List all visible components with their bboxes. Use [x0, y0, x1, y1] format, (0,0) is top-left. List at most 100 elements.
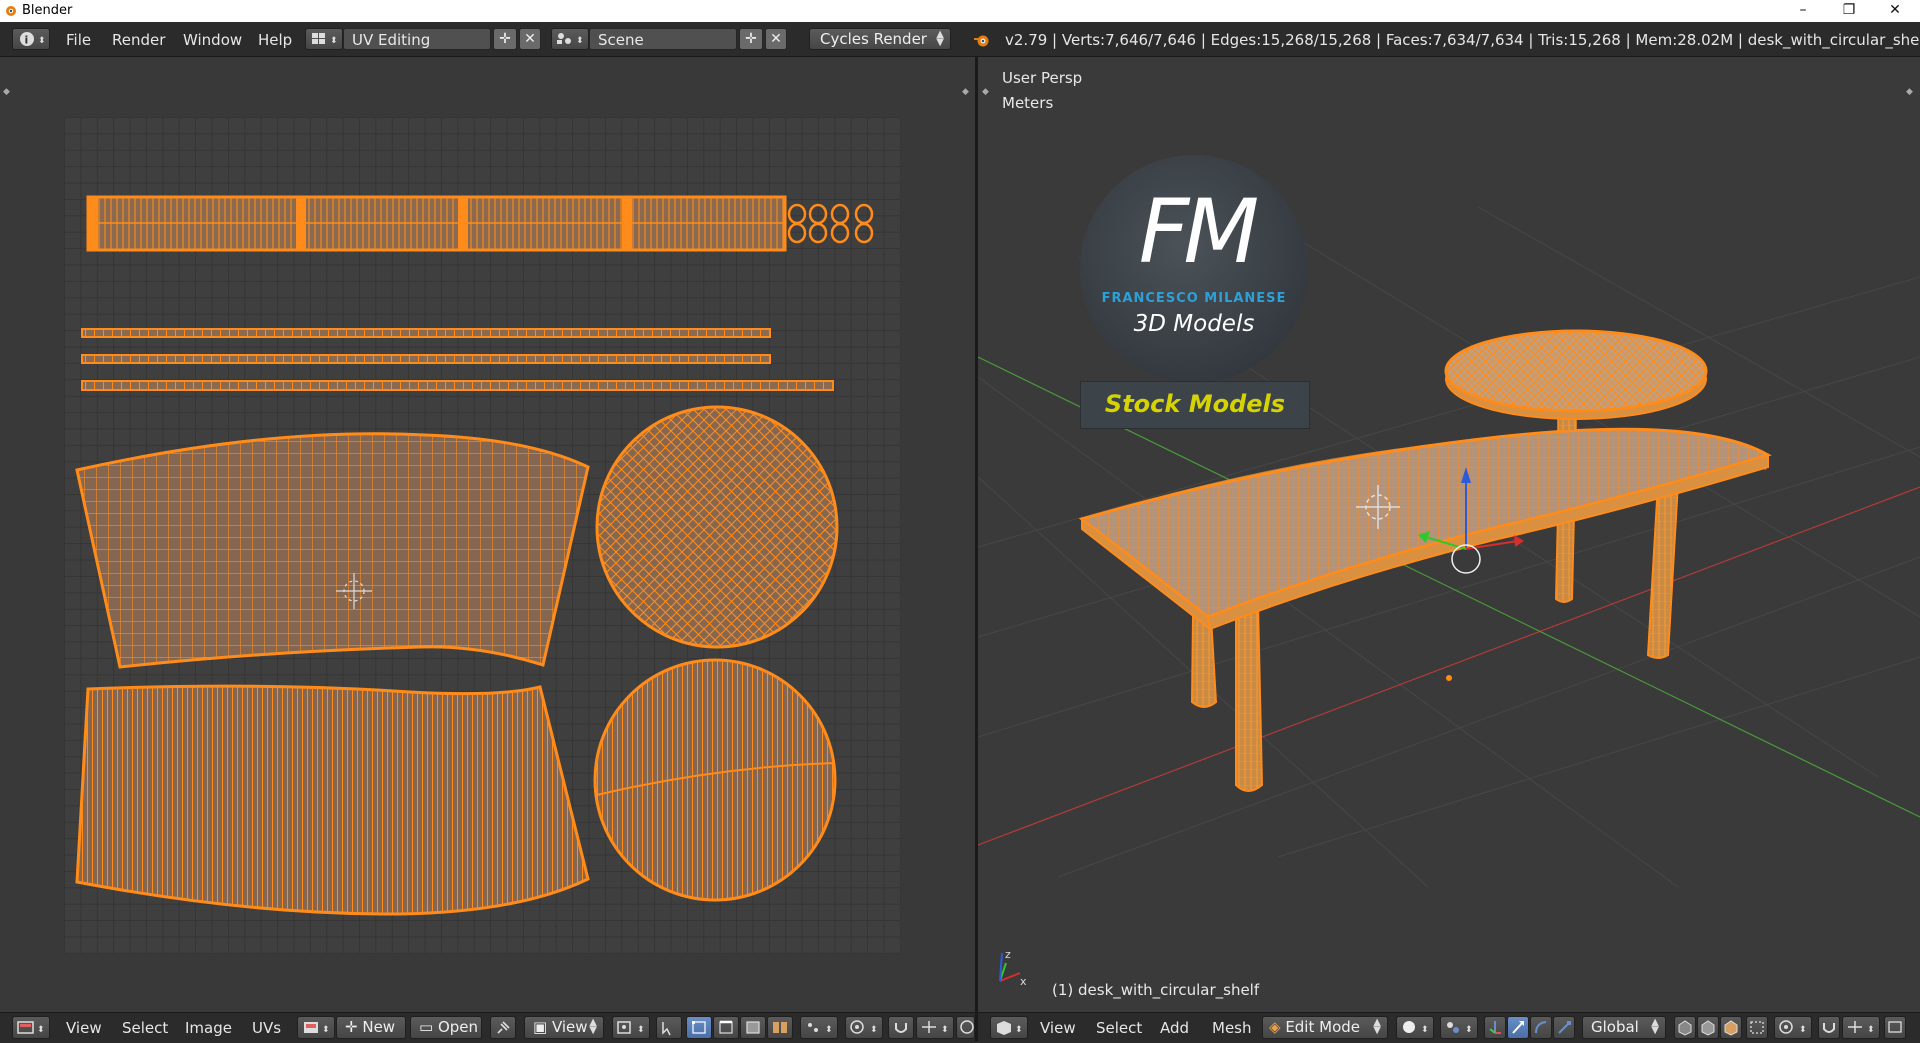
3d-menu-select[interactable]: Select — [1096, 1019, 1142, 1037]
open-image-button[interactable]: ▭ Open — [410, 1016, 482, 1039]
sticky-select-dropdown[interactable]: ⬍ — [800, 1016, 838, 1039]
vertex-select-mode-button[interactable] — [1674, 1016, 1696, 1039]
uv-island-top-strip[interactable] — [86, 195, 787, 252]
new-image-label: New — [362, 1018, 396, 1036]
manipulator-icon — [1489, 1021, 1501, 1034]
restore-icon[interactable]: ❐ — [1826, 0, 1872, 22]
blender-logo-icon — [6, 6, 16, 16]
sync-selection-button[interactable] — [656, 1016, 682, 1039]
dropdown-arrows-icon: ▲ ▼ — [589, 1017, 597, 1036]
vertex-select-button[interactable] — [686, 1016, 712, 1039]
sticky-select-icon: ⬍ — [808, 1023, 833, 1035]
uv-menu-uvs[interactable]: UVs — [252, 1019, 281, 1037]
island-select-button[interactable] — [767, 1016, 793, 1039]
transform-orientation-dropdown[interactable]: Global ▲ ▼ — [1582, 1016, 1666, 1039]
edge-select-button[interactable] — [713, 1016, 739, 1039]
scene-browse-button[interactable]: ⬍ — [551, 28, 589, 50]
snap-toggle-button[interactable] — [888, 1016, 914, 1039]
svg-text:x: x — [1020, 975, 1027, 988]
uv-menu-select[interactable]: Select — [122, 1019, 168, 1037]
dropdown-arrows-icon: ▲ ▼ — [1373, 1017, 1381, 1036]
scene-icon: ⬍ — [557, 33, 584, 46]
uv-menu-view[interactable]: View — [66, 1019, 102, 1037]
screen-layout-name[interactable]: UV Editing — [343, 28, 491, 50]
viewport-shading-dropdown[interactable]: ⬍ — [1396, 1016, 1434, 1039]
uv-editor-header: ⬍ View Select Image UVs ⬍ ✛ New ▭ Open ▣… — [0, 1012, 975, 1043]
3d-view-header: ⬍ View Select Add Mesh ◈ Edit Mode ▲ ▼ ⬍ ⬍… — [978, 1012, 1920, 1043]
translate-manipulator-button[interactable] — [1507, 1016, 1529, 1039]
uv-island-shelf-top[interactable] — [595, 405, 839, 649]
uv-island-desk-bottom[interactable] — [75, 684, 590, 916]
menu-render[interactable]: Render — [112, 31, 165, 49]
scopes-button[interactable] — [956, 1016, 975, 1039]
info-icon: i ⬍ — [20, 32, 46, 47]
new-image-button[interactable]: ✛ New — [336, 1016, 406, 1039]
delete-screen-icon[interactable]: ✕ — [519, 28, 541, 50]
uv-islands[interactable] — [0, 57, 975, 1012]
face-select-mode-button[interactable] — [1720, 1016, 1742, 1039]
minimize-icon[interactable]: – — [1780, 0, 1826, 22]
pivot-dropdown[interactable]: ⬍ — [612, 1016, 650, 1039]
add-scene-icon[interactable]: ✛ — [739, 28, 763, 50]
uv-menu-image[interactable]: Image — [185, 1019, 232, 1037]
render-engine-dropdown[interactable]: Cycles Render ▲ ▼ — [809, 28, 951, 50]
delete-scene-icon[interactable]: ✕ — [765, 28, 787, 50]
view-mode-dropdown[interactable]: ▣ View ▲ ▼ — [524, 1016, 604, 1039]
pin-image-button[interactable] — [490, 1016, 516, 1039]
uv-editor-type-button[interactable]: ⬍ — [12, 1016, 50, 1039]
edit-mode-icon: ◈ — [1269, 1018, 1286, 1036]
svg-text:⬍: ⬍ — [870, 1025, 878, 1035]
uv-island-shelf-bottom[interactable] — [593, 658, 837, 902]
face-select-button[interactable] — [740, 1016, 766, 1039]
uv-image-editor[interactable]: ◆ ◆ — [0, 57, 975, 1012]
blender-logo-icon — [974, 35, 989, 47]
vertex-mode-icon — [1678, 1020, 1692, 1036]
add-screen-icon[interactable]: ✛ — [493, 28, 517, 50]
scene-statistics: v2.79 | Verts:7,646/7,646 | Edges:15,268… — [1005, 31, 1920, 49]
render-preview-button[interactable] — [1884, 1016, 1906, 1039]
3d-menu-view[interactable]: View — [1040, 1019, 1076, 1037]
3d-menu-mesh[interactable]: Mesh — [1212, 1019, 1252, 1037]
occlude-icon — [1750, 1021, 1764, 1034]
magnet-icon — [895, 1023, 907, 1033]
rotate-manipulator-button[interactable] — [1530, 1016, 1552, 1039]
svg-text:⬍: ⬍ — [1465, 1025, 1473, 1035]
view-mode-label: View — [551, 1018, 588, 1036]
3d-snap-element-dropdown[interactable]: ⬍ — [1842, 1016, 1880, 1039]
island-select-icon — [773, 1022, 787, 1033]
image-browse-button[interactable]: ⬍ — [297, 1016, 335, 1039]
close-icon[interactable]: ✕ — [1872, 0, 1918, 22]
mode-dropdown[interactable]: ◈ Edit Mode ▲ ▼ — [1262, 1016, 1388, 1039]
menu-file[interactable]: File — [66, 31, 91, 49]
info-editor-type-button[interactable]: i ⬍ — [12, 28, 50, 50]
magnet-icon — [1823, 1023, 1835, 1033]
info-header: i ⬍ File Render Window Help ⬍ UV Editing … — [0, 22, 1920, 57]
occlude-geometry-button[interactable] — [1746, 1016, 1768, 1039]
fm-logo-subtitle: 3D Models — [1133, 311, 1255, 337]
uv-island-desk-top[interactable] — [75, 432, 590, 669]
scene-name[interactable]: Scene — [589, 28, 737, 50]
scale-manipulator-button[interactable] — [1553, 1016, 1575, 1039]
circular-shelf-mesh[interactable] — [1444, 329, 1708, 432]
image-editor-icon: ⬍ — [17, 1021, 45, 1035]
pivot-point-dropdown[interactable]: ⬍ — [1440, 1016, 1478, 1039]
uv-island-thin-strips[interactable] — [81, 328, 834, 391]
3d-menu-add[interactable]: Add — [1160, 1019, 1189, 1037]
folder-icon: ▭ — [419, 1018, 438, 1036]
3d-viewport[interactable]: ◆ ◆ User Persp Meters (1) desk_with_circ… — [978, 57, 1920, 1012]
screen-layout-browse-button[interactable]: ⬍ — [305, 28, 343, 50]
uv-island-leg-caps[interactable] — [787, 203, 874, 244]
manipulator-toggle-button[interactable] — [1484, 1016, 1506, 1039]
edge-select-mode-button[interactable] — [1697, 1016, 1719, 1039]
image-browse-icon: ⬍ — [304, 1022, 330, 1035]
snap-increment-icon: ⬍ — [1848, 1021, 1875, 1035]
proportional-edit-dropdown[interactable]: ⬍ — [845, 1016, 883, 1039]
window-titlebar: Blender – ❐ ✕ — [0, 0, 1920, 22]
open-image-label: Open — [437, 1018, 479, 1036]
3d-snap-toggle-button[interactable] — [1818, 1016, 1840, 1039]
3d-editor-type-button[interactable]: ⬍ — [990, 1016, 1028, 1039]
snap-element-dropdown[interactable]: ⬍ — [916, 1016, 954, 1039]
menu-help[interactable]: Help — [258, 31, 292, 49]
3d-proportional-edit-dropdown[interactable]: ⬍ — [1774, 1016, 1812, 1039]
menu-window[interactable]: Window — [183, 31, 242, 49]
